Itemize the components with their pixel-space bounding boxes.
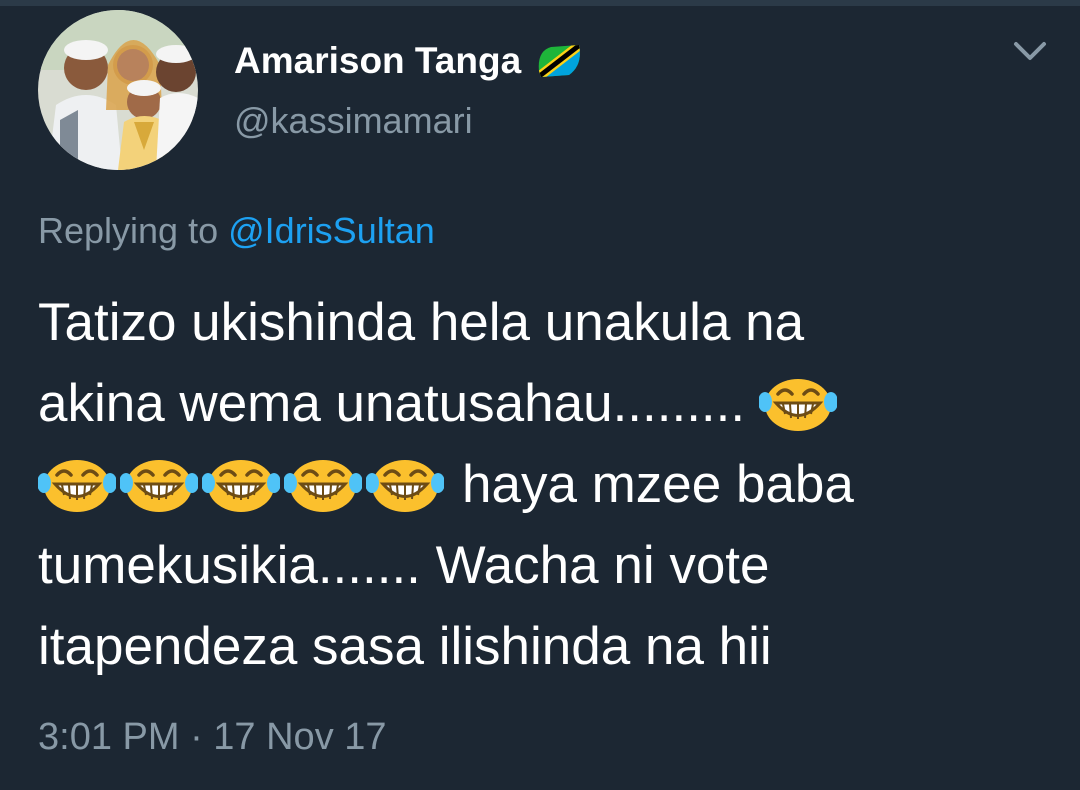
tweet-text-line: Tatizo ukishinda hela unakula na — [38, 293, 805, 352]
face-with-tears-of-joy-icon — [120, 455, 198, 515]
reply-target-link[interactable]: @IdrisSultan — [228, 210, 435, 251]
face-with-tears-of-joy-icon — [759, 374, 838, 434]
family-photo-avatar — [38, 10, 198, 170]
author-handle[interactable]: @kassimamari — [234, 100, 473, 142]
tweet-text-line: akina wema unatusahau......... — [38, 374, 746, 433]
avatar[interactable] — [38, 10, 198, 170]
replying-to-row: Replying to @IdrisSultan — [38, 210, 435, 252]
face-with-tears-of-joy-icon — [366, 455, 444, 515]
replying-to-label: Replying to — [38, 210, 219, 251]
face-with-tears-of-joy-icon — [284, 455, 362, 515]
tweet-text-line: tumekusikia....... Wacha ni vote — [38, 536, 770, 595]
tweet-line-2: akina wema unatusahau......... — [38, 363, 1048, 444]
face-with-tears-of-joy-icon — [38, 455, 116, 515]
tweet-line-5: itapendeza sasa ilishinda na hii — [38, 606, 1048, 687]
face-with-tears-of-joy-icon — [202, 455, 280, 515]
tweet-text-line: haya mzee baba — [462, 455, 854, 514]
tweet-detail-view: Amarison Tanga @kassimamari Replying to … — [0, 0, 1080, 790]
display-name[interactable]: Amarison Tanga — [234, 40, 521, 82]
chevron-down-icon[interactable] — [1010, 38, 1050, 64]
tweet-text: Tatizo ukishinda hela unakula na akina w… — [38, 282, 1048, 687]
tweet-line-1: Tatizo ukishinda hela unakula na — [38, 282, 1048, 363]
top-divider — [0, 0, 1080, 6]
tweet-text-line: itapendeza sasa ilishinda na hii — [38, 617, 772, 676]
tweet-timestamp[interactable]: 3:01 PM · 17 Nov 17 — [38, 716, 387, 759]
tweet-line-4: tumekusikia....... Wacha ni vote — [38, 525, 1048, 606]
tanzania-flag-icon — [533, 41, 585, 81]
tweet-line-3: haya mzee baba — [38, 444, 1048, 525]
author-name-row[interactable]: Amarison Tanga — [234, 36, 585, 86]
